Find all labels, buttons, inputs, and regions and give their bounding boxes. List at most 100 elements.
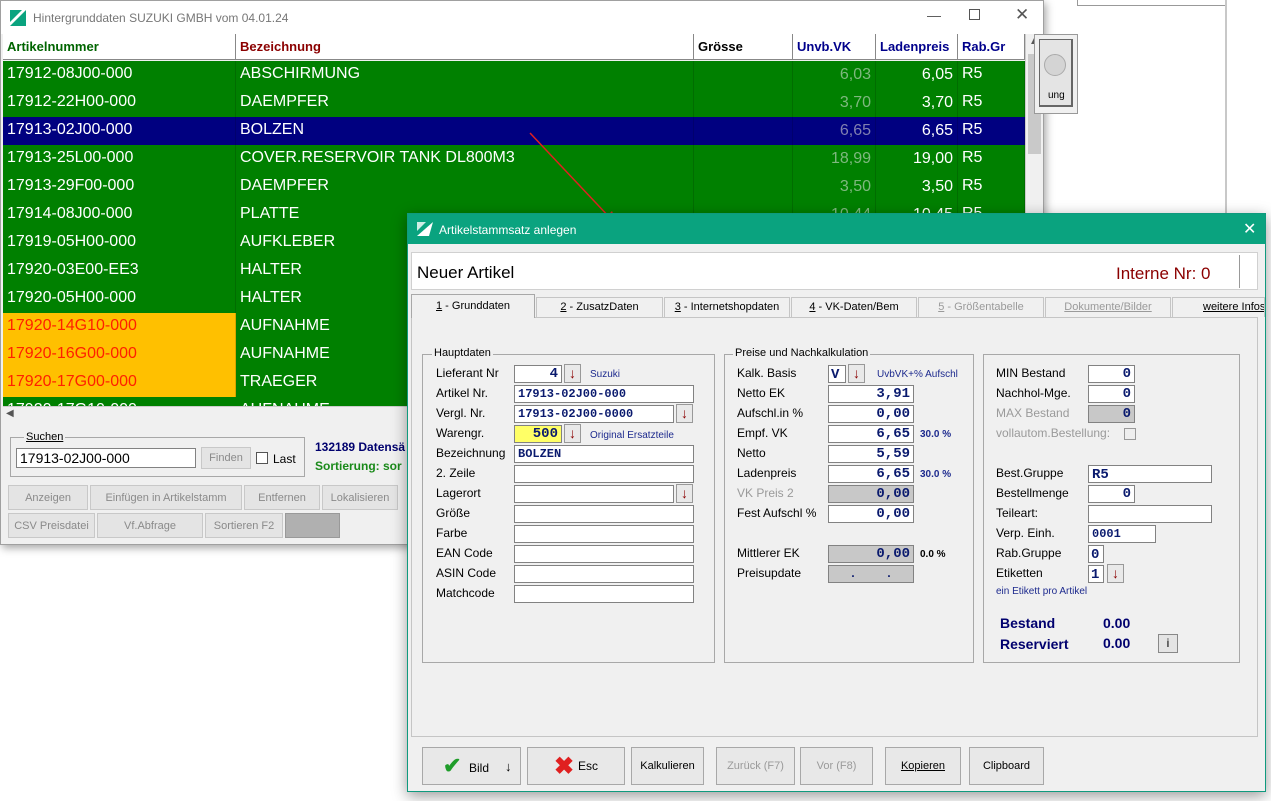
tab-groessentabelle[interactable]: 5 - Größentabelle [918,297,1044,317]
blank-button[interactable] [285,513,340,538]
cell-unvbvk: 6,65 [793,117,876,145]
tab-internetshopdaten[interactable]: 3 - Internetshopdaten [664,297,790,317]
tab-dokumente[interactable]: Dokumente/Bilder [1045,297,1171,317]
verp-einh-input[interactable]: 0001 [1088,525,1156,543]
reserviert-label: Reserviert [1000,636,1069,652]
cell-artikelnummer: 17912-22H00-000 [3,89,236,117]
matchcode-input[interactable] [514,585,694,603]
cell-unvbvk: 3,70 [793,89,876,117]
info-button[interactable]: i [1158,634,1178,653]
col-header-unvbvk[interactable]: Unvb.VK [793,34,876,60]
vor-button[interactable]: Vor (F8) [800,747,873,785]
show-button[interactable]: Anzeigen [8,485,88,510]
kalkulieren-button[interactable]: Kalkulieren [631,747,704,785]
zeile2-input[interactable] [514,465,694,483]
dialog-close-icon[interactable]: ✕ [1243,219,1256,239]
lieferant-input[interactable]: 4 [514,365,562,383]
minimize-icon[interactable]: — [927,7,941,23]
kalk-label: Kalk. Basis [737,366,797,380]
kalk-desc: UvbVK+% Aufschl [877,369,958,380]
etiketten-note: ein Etikett pro Artikel [996,586,1088,597]
ean-input[interactable] [514,545,694,563]
last-checkbox[interactable] [256,452,268,464]
nachhol-input[interactable]: 0 [1088,385,1135,403]
tab-weitere-infos[interactable]: weitere Infos [1172,297,1265,317]
empf-vk-input[interactable]: 6,65 [828,425,914,443]
kalk-arrow-icon[interactable]: ↓ [848,364,865,383]
netto-ek-input[interactable]: 3,91 [828,385,914,403]
teileart-input[interactable] [1088,505,1212,523]
col-header-bezeichnung[interactable]: Bezeichnung [236,34,694,60]
remove-button[interactable]: Entfernen [244,485,320,510]
reserviert-value: 0.00 [1103,635,1131,651]
kalk-input[interactable]: V [828,365,846,383]
asin-input[interactable] [514,565,694,583]
insert-artikelstamm-button[interactable]: Einfügen in Artikelstamm [90,485,242,510]
dialog-header: Neuer Artikel Interne Nr: 0 [411,252,1258,290]
col-header-groesse[interactable]: Grösse [694,34,793,60]
tab-vk-daten[interactable]: 4 - VK-Daten/Bem [791,297,917,317]
lieferant-arrow-icon[interactable]: ↓ [564,364,581,383]
col-header-artikelnummer[interactable]: Artikelnummer [3,34,236,60]
vk2-label: VK Preis 2 [737,486,794,500]
table-row[interactable]: 17912-22H00-000 DAEMPFER 3,70 3,70 R5 [3,89,1025,117]
fest-aufschl-input[interactable]: 0,00 [828,505,914,523]
cell-groesse [694,89,793,117]
esc-button[interactable]: ✖ Esc [527,747,625,785]
cell-bezeichnung: DAEMPFER [236,173,694,201]
cell-rabgr: R5 [958,61,1025,89]
warengr-input[interactable]: 500 [514,425,562,443]
side-button[interactable]: ung [1039,39,1073,107]
lagerort-input[interactable] [514,485,674,503]
zurueck-button[interactable]: Zurück (F7) [716,747,795,785]
cell-ladenpreis: 3,70 [876,89,958,117]
tab-zusatzdaten[interactable]: 2 - ZusatzDaten [536,297,663,317]
bezeichnung-input[interactable]: BOLZEN [514,445,694,463]
groesse-input[interactable] [514,505,694,523]
lieferant-name: Suzuki [590,369,621,380]
bezeichnung-label: Bezeichnung [436,446,506,460]
etiketten-arrow-icon[interactable]: ↓ [1107,564,1124,583]
vergl-arrow-icon[interactable]: ↓ [676,404,693,423]
aufschl-input[interactable]: 0,00 [828,405,914,423]
maximize-icon[interactable] [969,9,980,20]
farbe-input[interactable] [514,525,694,543]
table-row[interactable]: 17912-08J00-000 ABSCHIRMUNG 6,03 6,05 R5 [3,61,1025,89]
table-row[interactable]: 17913-25L00-000 COVER.RESERVOIR TANK DL80… [3,145,1025,173]
vf-query-button[interactable]: Vf.Abfrage [97,513,203,538]
cell-artikelnummer: 17920-17G00-000 [3,369,236,397]
best-gruppe-input[interactable]: R5 [1088,465,1212,483]
cell-artikelnummer: 17913-02J00-000 [3,117,236,145]
ladenpreis-input[interactable]: 6,65 [828,465,914,483]
localize-button[interactable]: Lokalisieren [322,485,398,510]
find-button[interactable]: Finden [201,447,251,469]
warengr-arrow-icon[interactable]: ↓ [564,424,581,443]
col-header-rabgr[interactable]: Rab.Gr [958,34,1025,60]
artikel-input[interactable]: 17913-02J00-000 [514,385,694,403]
bestellmenge-input[interactable]: 0 [1088,485,1135,503]
vollautom-checkbox[interactable] [1124,428,1136,440]
col-header-ladenpreis[interactable]: Ladenpreis [876,34,958,60]
cell-groesse [694,61,793,89]
scroll-left-icon[interactable]: ◀ [6,408,14,419]
close-icon[interactable]: ✕ [1015,5,1029,25]
table-row[interactable]: 17913-29F00-000 DAEMPFER 3,50 3,50 R5 [3,173,1025,201]
bild-button[interactable]: ✔ Bild ↓ [422,747,521,785]
etiketten-input[interactable]: 1 [1088,565,1104,583]
netto-ek-label: Netto EK [737,386,786,400]
lagerort-arrow-icon[interactable]: ↓ [676,484,693,503]
search-input[interactable]: 17913-02J00-000 [16,448,196,468]
empf-vk-label: Empf. VK [737,426,788,440]
tab-grunddaten[interactable]: 1 - Grunddaten [411,294,535,318]
table-row[interactable]: 17913-02J00-000 BOLZEN 6,65 6,65 R5 [3,117,1025,145]
rab-gruppe-input[interactable]: 0 [1088,545,1104,563]
kopieren-button[interactable]: Kopieren [885,747,961,785]
sort-button[interactable]: Sortieren F2 [205,513,283,538]
vergl-input[interactable]: 17913-02J00-0000 [514,405,674,423]
min-bestand-input[interactable]: 0 [1088,365,1135,383]
clipboard-button[interactable]: Clipboard [969,747,1044,785]
cell-ladenpreis: 6,05 [876,61,958,89]
netto-input[interactable]: 5,59 [828,445,914,463]
bestellmenge-label: Bestellmenge [996,486,1069,500]
csv-button[interactable]: CSV Preisdatei [8,513,95,538]
